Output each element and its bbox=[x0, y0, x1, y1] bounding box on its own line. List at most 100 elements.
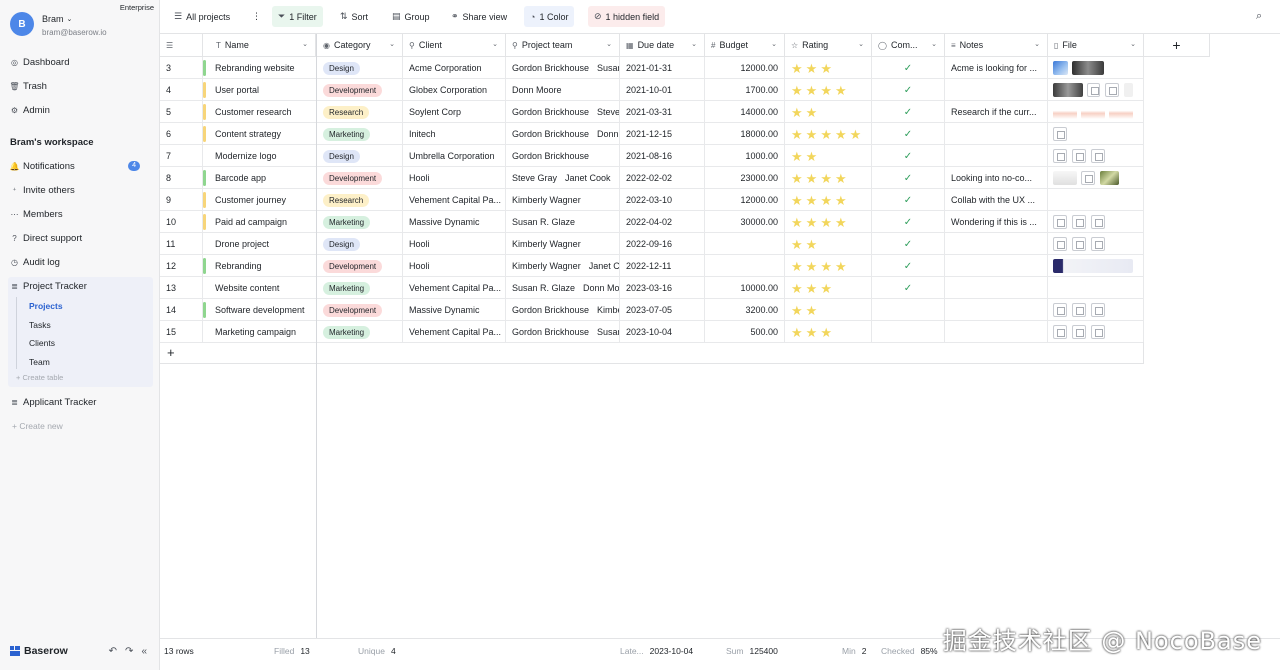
row-count-header[interactable]: ☰ bbox=[160, 34, 203, 56]
project-team-cell[interactable]: Steve Gray Janet Cook bbox=[506, 167, 620, 189]
chevron-down-icon[interactable]: ⌄ bbox=[931, 40, 937, 48]
notes-cell[interactable]: Collab with the UX ... bbox=[945, 189, 1048, 211]
column-header-file[interactable]: ▯ File ⌄ bbox=[1048, 34, 1144, 56]
sidebar-table-team[interactable]: Team bbox=[29, 357, 50, 367]
name-cell[interactable]: Modernize logo bbox=[203, 145, 317, 167]
name-cell[interactable]: Drone project bbox=[203, 233, 317, 255]
row-id-cell[interactable]: 11 bbox=[160, 233, 203, 255]
rating-cell[interactable]: ★ ★ ★ ★ bbox=[785, 255, 872, 277]
category-cell[interactable]: Marketing bbox=[317, 277, 403, 299]
column-header-completed[interactable]: ◯ Com... ⌄ bbox=[872, 34, 945, 56]
row-id-cell[interactable]: 14 bbox=[160, 299, 203, 321]
chevron-down-icon[interactable]: ⌄ bbox=[1130, 40, 1136, 48]
add-row-area[interactable] bbox=[316, 342, 1144, 364]
client-cell[interactable]: Vehement Capital Pa... bbox=[403, 189, 506, 211]
footer-aggregation-rating[interactable]: Min 2 bbox=[842, 646, 866, 656]
file-cell[interactable] bbox=[1048, 321, 1144, 343]
file-cell[interactable] bbox=[1048, 101, 1144, 123]
project-team-cell[interactable]: Gordon Brickhouse Steve Gray bbox=[506, 101, 620, 123]
completed-cell[interactable] bbox=[872, 299, 945, 321]
file-cell[interactable] bbox=[1048, 277, 1144, 299]
name-cell[interactable]: Barcode app bbox=[203, 167, 317, 189]
sidebar-item-notifications[interactable]: 🔔 Notifications 4 bbox=[10, 158, 152, 174]
group-button[interactable]: ▤ Group bbox=[386, 6, 436, 27]
due-date-cell[interactable]: 2021-03-31 bbox=[620, 101, 705, 123]
sidebar-table-projects[interactable]: Projects bbox=[29, 301, 63, 311]
notes-cell[interactable] bbox=[945, 321, 1048, 343]
client-cell[interactable]: Initech bbox=[403, 123, 506, 145]
file-cell[interactable] bbox=[1048, 57, 1144, 79]
completed-cell[interactable]: ✓ bbox=[872, 233, 945, 255]
project-team-cell[interactable]: Susan R. Glaze bbox=[506, 211, 620, 233]
notes-cell[interactable] bbox=[945, 233, 1048, 255]
hidden-fields-button[interactable]: ⊘ 1 hidden field bbox=[588, 6, 666, 27]
due-date-cell[interactable]: 2021-12-15 bbox=[620, 123, 705, 145]
completed-cell[interactable]: ✓ bbox=[872, 79, 945, 101]
chevron-down-icon[interactable]: ⌄ bbox=[771, 40, 777, 48]
category-cell[interactable]: Research bbox=[317, 101, 403, 123]
row-id-cell[interactable]: 10 bbox=[160, 211, 203, 233]
rating-cell[interactable]: ★ ★ ★ ★ bbox=[785, 79, 872, 101]
view-selector[interactable]: ☰ All projects bbox=[168, 6, 236, 27]
notes-cell[interactable] bbox=[945, 79, 1048, 101]
workspace-title[interactable]: Bram's workspace bbox=[10, 137, 94, 148]
row-id-cell[interactable]: 7 bbox=[160, 145, 203, 167]
completed-cell[interactable]: ✓ bbox=[872, 255, 945, 277]
chevron-down-icon[interactable]: ⌄ bbox=[389, 40, 395, 48]
collapse-sidebar-icon[interactable]: « bbox=[141, 646, 147, 657]
row-id-cell[interactable]: 8 bbox=[160, 167, 203, 189]
sidebar-item-members[interactable]: ⋯ Members bbox=[10, 206, 152, 222]
create-table-link[interactable]: + Create table bbox=[16, 373, 63, 382]
budget-cell[interactable]: 14000.00 bbox=[705, 101, 785, 123]
footer-aggregation-due-date[interactable]: Late... 2023-10-04 bbox=[620, 646, 693, 656]
name-cell[interactable]: Content strategy bbox=[203, 123, 317, 145]
rating-cell[interactable]: ★ ★ bbox=[785, 299, 872, 321]
sidebar-item-support[interactable]: ? Direct support bbox=[10, 230, 152, 246]
rating-cell[interactable]: ★ ★ ★ bbox=[785, 277, 872, 299]
client-cell[interactable]: Soylent Corp bbox=[403, 101, 506, 123]
add-field-button[interactable]: + bbox=[1144, 34, 1210, 56]
row-id-cell[interactable]: 12 bbox=[160, 255, 203, 277]
project-team-cell[interactable]: Kimberly Wagner bbox=[506, 189, 620, 211]
rating-cell[interactable]: ★ ★ ★ ★ bbox=[785, 189, 872, 211]
due-date-cell[interactable]: 2023-10-04 bbox=[620, 321, 705, 343]
budget-cell[interactable]: 18000.00 bbox=[705, 123, 785, 145]
column-header-budget[interactable]: # Budget ⌄ bbox=[705, 34, 785, 56]
due-date-cell[interactable]: 2022-04-02 bbox=[620, 211, 705, 233]
avatar[interactable]: B bbox=[10, 12, 34, 36]
sidebar-item-dashboard[interactable]: ◎ Dashboard bbox=[10, 54, 152, 70]
footer-aggregation-name[interactable]: Filled 13 bbox=[274, 646, 310, 656]
category-cell[interactable]: Research bbox=[317, 189, 403, 211]
project-team-cell[interactable]: Donn Moore bbox=[506, 79, 620, 101]
budget-cell[interactable]: 1000.00 bbox=[705, 145, 785, 167]
client-cell[interactable]: Hooli bbox=[403, 255, 506, 277]
due-date-cell[interactable]: 2022-12-11 bbox=[620, 255, 705, 277]
notes-cell[interactable] bbox=[945, 299, 1048, 321]
column-header-category[interactable]: ◉ Category ⌄ bbox=[317, 34, 403, 56]
name-cell[interactable]: Marketing campaign bbox=[203, 321, 317, 343]
category-cell[interactable]: Development bbox=[317, 167, 403, 189]
budget-cell[interactable]: 500.00 bbox=[705, 321, 785, 343]
add-row-button[interactable]: + bbox=[160, 342, 316, 364]
rating-cell[interactable]: ★ ★ bbox=[785, 145, 872, 167]
completed-cell[interactable]: ✓ bbox=[872, 145, 945, 167]
row-id-cell[interactable]: 9 bbox=[160, 189, 203, 211]
client-cell[interactable]: Hooli bbox=[403, 167, 506, 189]
create-new-link[interactable]: + Create new bbox=[12, 421, 63, 431]
footer-aggregation-category[interactable]: Unique 4 bbox=[358, 646, 396, 656]
file-cell[interactable] bbox=[1048, 299, 1144, 321]
brand-logo[interactable]: Baserow bbox=[10, 645, 68, 657]
view-context-menu-button[interactable]: ⋮ bbox=[246, 6, 267, 27]
notes-cell[interactable]: Looking into no-co... bbox=[945, 167, 1048, 189]
completed-cell[interactable]: ✓ bbox=[872, 167, 945, 189]
due-date-cell[interactable]: 2022-02-02 bbox=[620, 167, 705, 189]
chevron-down-icon[interactable]: ⌄ bbox=[691, 40, 697, 48]
completed-cell[interactable]: ✓ bbox=[872, 277, 945, 299]
completed-cell[interactable]: ✓ bbox=[872, 189, 945, 211]
project-team-cell[interactable]: Gordon Brickhouse Susan R. Glaze bbox=[506, 321, 620, 343]
completed-cell[interactable]: ✓ bbox=[872, 101, 945, 123]
row-id-cell[interactable]: 3 bbox=[160, 57, 203, 79]
name-cell[interactable]: User portal bbox=[203, 79, 317, 101]
client-cell[interactable]: Umbrella Corporation bbox=[403, 145, 506, 167]
due-date-cell[interactable]: 2023-07-05 bbox=[620, 299, 705, 321]
